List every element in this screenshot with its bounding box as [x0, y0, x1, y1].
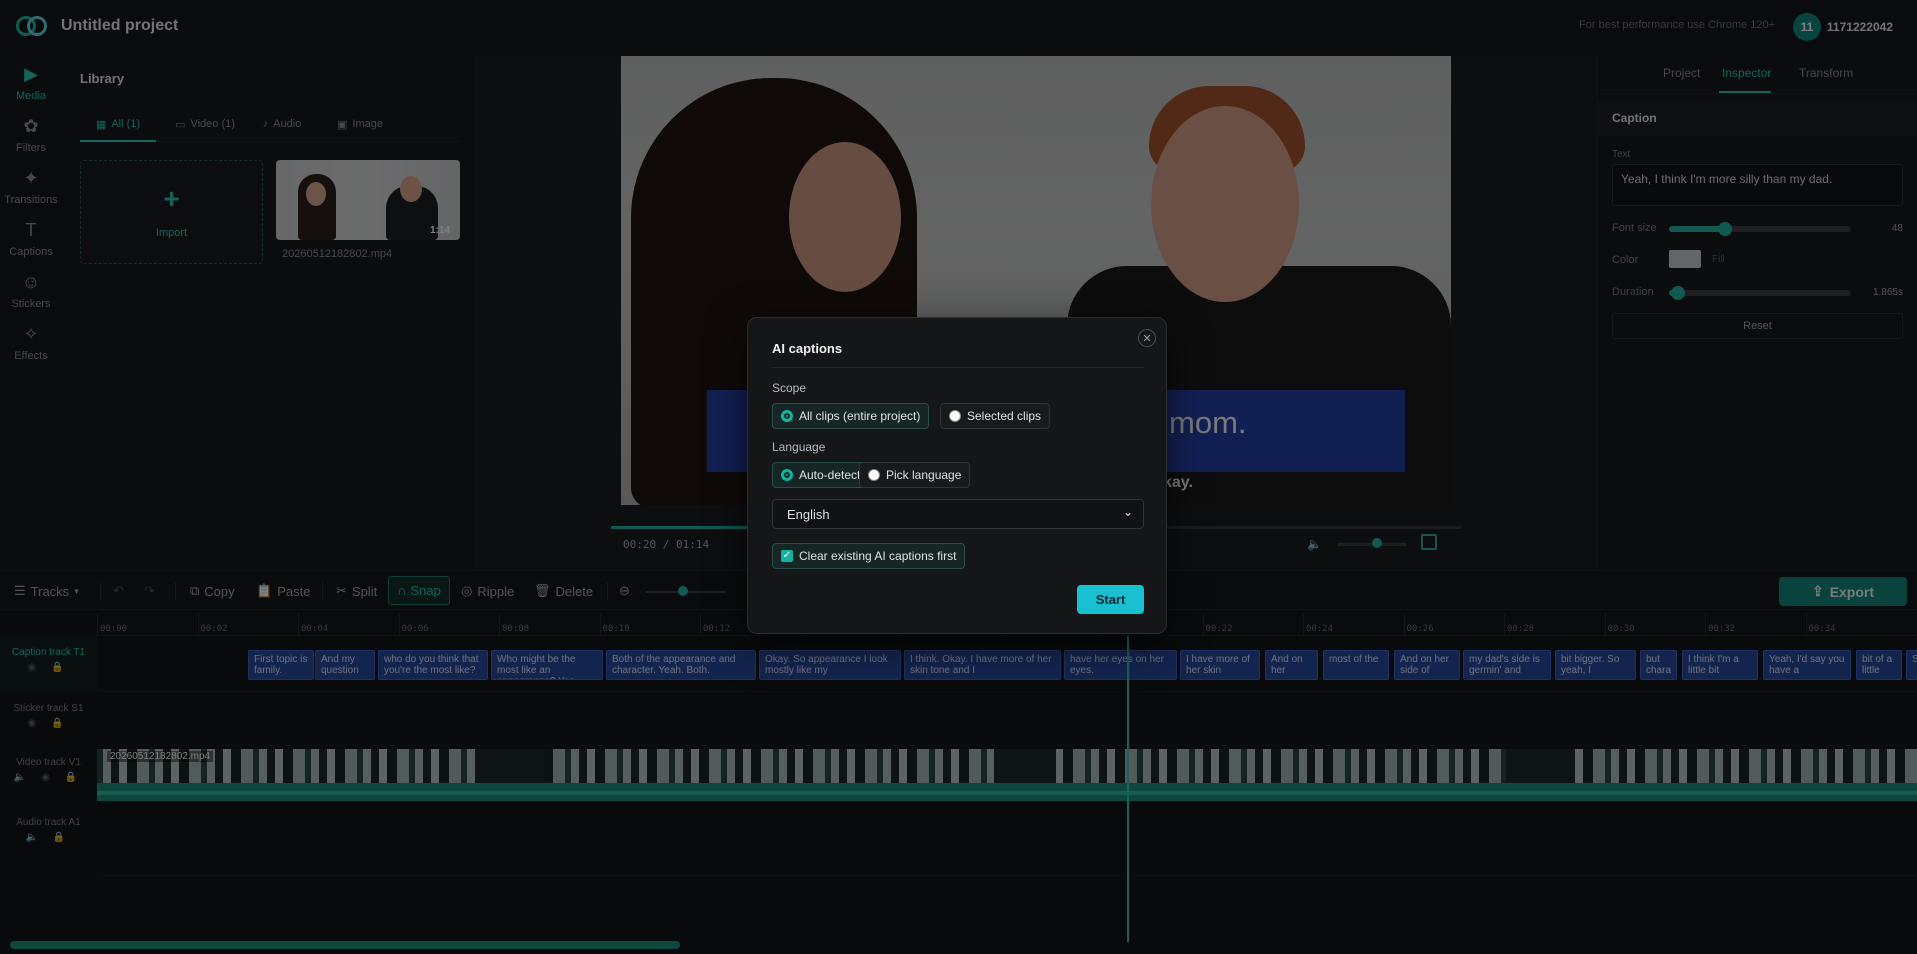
- pick-language-label: Pick language: [886, 468, 962, 482]
- radio-selected-icon: [781, 469, 793, 481]
- radio-unselected-icon: [868, 469, 880, 481]
- radio-unselected-icon: [949, 410, 961, 422]
- scope-all-clips-radio[interactable]: All clips (entire project): [772, 403, 930, 429]
- auto-detect-label: Auto-detect: [799, 468, 861, 482]
- close-icon[interactable]: ✕: [1138, 329, 1156, 347]
- clear-captions-label: Clear existing AI captions first: [799, 549, 957, 563]
- auto-detect-radio[interactable]: Auto-detect: [772, 462, 870, 488]
- scope-selected-clips-label: Selected clips: [967, 409, 1042, 423]
- checkbox-checked-icon: ✓: [781, 550, 793, 562]
- app-root: Untitled project For best performance us…: [0, 0, 1917, 954]
- radio-selected-icon: [781, 410, 793, 422]
- pick-language-radio[interactable]: Pick language: [859, 462, 971, 488]
- ai-captions-dialog: AI captions ✕ Scope All clips (entire pr…: [747, 317, 1167, 634]
- dialog-divider: [772, 367, 1144, 368]
- language-select[interactable]: English ⌄: [772, 499, 1144, 529]
- scope-selected-clips-radio[interactable]: Selected clips: [940, 403, 1051, 429]
- language-select-value: English: [787, 507, 830, 522]
- scope-all-clips-label: All clips (entire project): [799, 409, 921, 423]
- dialog-title: AI captions: [772, 341, 843, 356]
- start-button[interactable]: Start: [1077, 585, 1144, 614]
- language-label: Language: [772, 440, 826, 454]
- clear-captions-checkbox[interactable]: ✓ Clear existing AI captions first: [772, 543, 966, 569]
- chevron-down-icon: ⌄: [1122, 505, 1133, 519]
- scope-label: Scope: [772, 381, 807, 395]
